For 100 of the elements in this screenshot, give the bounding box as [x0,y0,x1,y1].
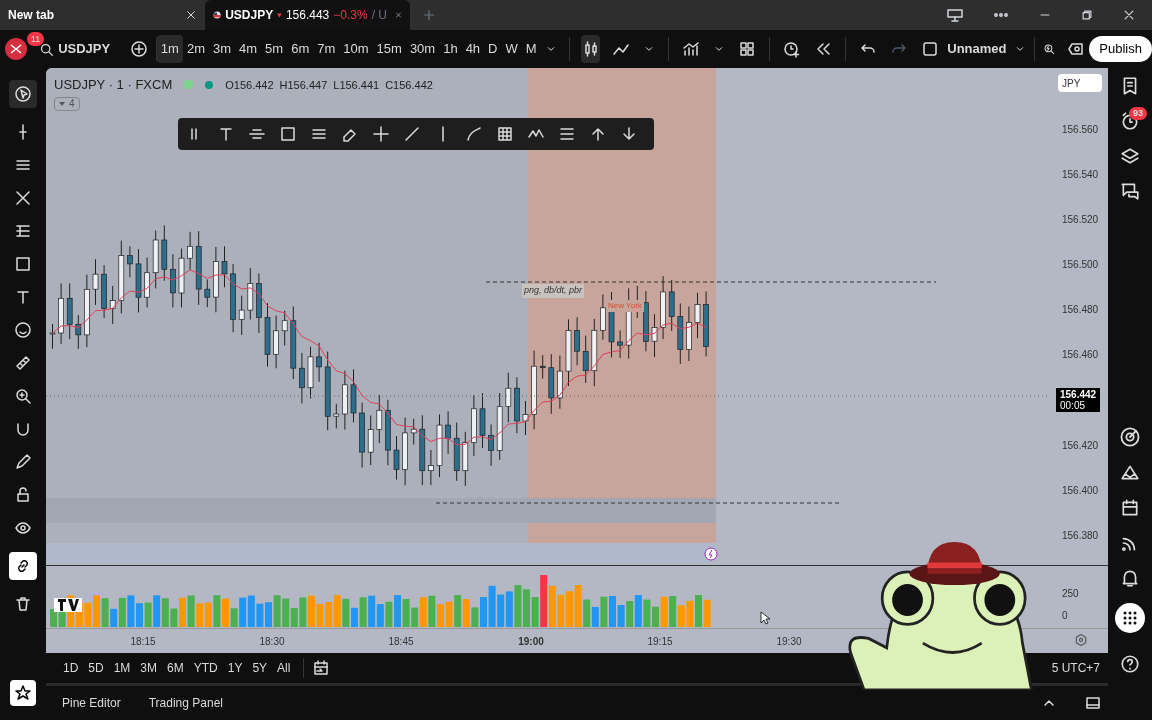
line-tool-icon[interactable] [403,125,421,143]
zoom-in-icon[interactable] [14,387,32,405]
indicators-icon[interactable] [682,40,701,58]
range-button[interactable]: All [272,659,296,677]
lock-icon[interactable] [14,486,32,504]
lightning-marker-icon [704,547,718,561]
interval-button[interactable]: 2m [182,35,209,63]
alert-clock-icon[interactable] [783,40,802,58]
price-tick: 156.400 [1062,485,1099,497]
interval-button[interactable]: 10m [339,35,373,63]
tab-title: USDJPY [225,7,274,24]
magnet-icon[interactable] [14,420,32,438]
tab-price: 156.443 [285,7,330,24]
eye-icon[interactable] [14,519,32,537]
tv-logo-icon [54,598,82,612]
rewind-icon[interactable] [814,40,833,58]
range-button[interactable]: YTD [188,659,223,677]
timezone-label[interactable]: 5 UTC+7 [1051,659,1108,677]
apps-button[interactable] [1115,603,1145,633]
price-tick: 156.500 [1062,259,1099,271]
menu-icon[interactable] [558,125,576,143]
interval-button[interactable]: M [521,35,541,63]
square-icon[interactable] [921,40,940,58]
range-button[interactable]: 1Y [222,659,248,677]
interval-button[interactable]: 1m [156,35,183,63]
notification-badge: 11 [27,32,45,46]
browser-tab[interactable]: USDJPY 156.443 −0.3% / U [205,0,410,30]
interval-button[interactable]: 4h [461,35,485,63]
interval-button[interactable]: 7m [313,35,340,63]
close-icon[interactable] [185,9,197,21]
settings-icon[interactable] [1074,633,1088,647]
search-icon[interactable] [39,41,55,57]
price-tick: 156.420 [1062,440,1099,452]
rectangle-icon[interactable] [14,255,32,273]
layout-grid-icon[interactable] [738,40,757,58]
tab-suffix: / U [371,7,387,24]
grid-dots-icon [1122,610,1138,626]
bottom-panel-tab[interactable]: Trading Panel [144,694,227,712]
range-button[interactable]: 3M [135,659,163,677]
interval-button[interactable]: 1h [439,35,462,63]
volume-tick: 250 [1062,587,1079,601]
interval-button[interactable]: 30m [405,35,440,63]
currency-select[interactable]: JPY [1058,74,1102,92]
price-tick: 156.520 [1062,214,1099,226]
layout-name[interactable]: Unnamed [947,39,1007,59]
range-button[interactable]: 1D [58,659,84,677]
chart-annotation: png, db/dt, pbr [522,284,585,298]
ruler-icon[interactable] [14,354,32,372]
restore-icon[interactable] [1080,8,1094,22]
help-icon[interactable] [1120,654,1140,674]
range-button[interactable]: 1M [108,659,136,677]
ohlc-value: O156.442 [225,77,274,93]
grid-icon[interactable] [496,125,514,143]
interval-button[interactable]: D [484,35,502,63]
time-tick: 19:00 [518,635,544,649]
range-button[interactable]: 5Y [247,659,273,677]
text-icon[interactable] [217,125,235,143]
range-button[interactable]: 5D [83,659,109,677]
caret-icon [59,102,65,106]
maximize-icon[interactable] [1084,694,1102,712]
time-tick: 18:30 [259,635,285,649]
time-tick: 19:30 [776,635,802,649]
interval-button[interactable]: 3m [208,35,236,63]
calendar-icon[interactable] [1120,498,1140,518]
bell-icon[interactable] [1120,568,1140,588]
bottom-panel-tab[interactable]: Pine Editor [58,694,125,712]
text-icon[interactable] [14,288,32,306]
price-tick: 156.380 [1062,530,1099,542]
price-tick: 156.540 [1062,169,1099,181]
interval-button[interactable]: W [501,35,522,63]
interval-button[interactable]: 5m [261,35,288,63]
range-button[interactable]: 6M [162,659,189,677]
arrow-up-icon[interactable] [589,125,607,143]
monitor-icon[interactable] [946,6,964,24]
curve-icon[interactable] [465,125,483,143]
interval-button[interactable]: 4m [235,35,262,63]
down-triangle-icon [277,11,282,19]
profile-avatar-icon[interactable] [2,36,29,62]
go-to-date-icon[interactable] [312,659,331,677]
trash-icon[interactable] [14,595,32,613]
candles-button[interactable] [581,35,601,63]
crosshair-icon[interactable] [372,125,390,143]
add-symbol-icon[interactable] [130,40,149,58]
layers-icon[interactable] [1120,146,1140,166]
time-tick: 19:15 [647,635,673,649]
ohlc-value: L156.441 [333,77,380,93]
star-icon[interactable] [14,684,32,702]
target-icon[interactable] [1119,426,1141,448]
close-icon[interactable] [1122,8,1136,22]
time-tick: 18:15 [130,635,156,649]
chat-icon[interactable] [1120,181,1140,201]
cursor-icon[interactable] [14,85,32,103]
arrow-down-icon[interactable] [620,125,638,143]
emoji-icon[interactable] [14,321,32,339]
frame-icon[interactable] [279,125,297,143]
fib-icon[interactable] [14,222,32,240]
interval-button[interactable]: 6m [287,35,314,63]
interval-button[interactable]: 15m [372,35,406,63]
time-tick: 18:45 [388,635,414,649]
publish-button[interactable]: Publish [1089,36,1152,62]
